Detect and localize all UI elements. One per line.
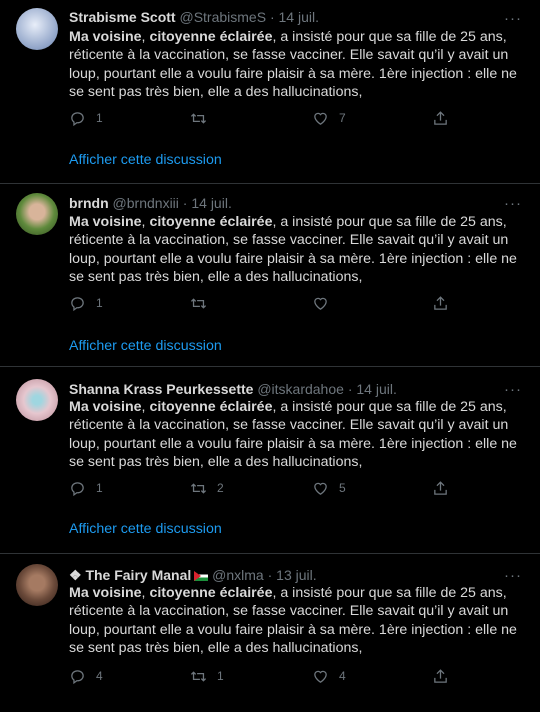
text-bold: citoyenne éclairée bbox=[149, 29, 273, 45]
reply-count: 1 bbox=[96, 111, 103, 125]
like-button[interactable]: 5 bbox=[312, 478, 346, 498]
more-icon[interactable]: ··· bbox=[504, 382, 522, 397]
tweet-text: Ma voisine, citoyenne éclairée, a insist… bbox=[69, 584, 527, 657]
retweet-button[interactable] bbox=[190, 108, 217, 128]
reply-button[interactable]: 4 bbox=[69, 666, 103, 686]
show-thread-link[interactable]: Afficher cette discussion bbox=[69, 520, 222, 538]
share-icon bbox=[434, 110, 447, 125]
share-icon bbox=[434, 480, 447, 495]
reply-icon bbox=[71, 481, 84, 496]
tweet[interactable]: ❖ The Fairy Manal @nxlma · 13 juil. ··· … bbox=[0, 554, 540, 712]
more-icon[interactable]: ··· bbox=[504, 11, 522, 26]
tweet-header: brndn @brndnxiii · 14 juil. bbox=[69, 194, 500, 212]
text-bold: Ma voisine bbox=[69, 399, 142, 415]
reply-count: 1 bbox=[96, 296, 103, 310]
reply-button[interactable]: 1 bbox=[69, 478, 103, 498]
avatar[interactable] bbox=[16, 8, 58, 50]
like-button[interactable] bbox=[312, 293, 339, 313]
more-icon[interactable]: ··· bbox=[504, 568, 522, 583]
like-count: 7 bbox=[339, 111, 346, 125]
heart-icon bbox=[314, 482, 327, 495]
text-bold: citoyenne éclairée bbox=[149, 399, 273, 415]
reply-button[interactable]: 1 bbox=[69, 293, 103, 313]
tweet-text: Ma voisine, citoyenne éclairée, a insist… bbox=[69, 398, 527, 471]
tweet-actions: 1 bbox=[69, 293, 489, 313]
avatar[interactable] bbox=[16, 193, 58, 235]
author-handle[interactable]: @nxlma bbox=[212, 567, 264, 583]
author-name[interactable]: brndn bbox=[69, 195, 109, 211]
reply-count: 4 bbox=[96, 669, 103, 683]
more-icon[interactable]: ··· bbox=[504, 196, 522, 211]
avatar[interactable] bbox=[16, 564, 58, 606]
tweet-header: Shanna Krass Peurkessette @itskardahoe ·… bbox=[69, 380, 500, 398]
avatar[interactable] bbox=[16, 379, 58, 421]
retweet-count: 2 bbox=[217, 481, 224, 495]
retweet-button[interactable]: 2 bbox=[190, 478, 224, 498]
retweet-icon bbox=[190, 297, 207, 309]
author-handle[interactable]: @StrabismeS bbox=[179, 9, 266, 25]
share-button[interactable] bbox=[432, 293, 449, 313]
separator-dot: · bbox=[347, 381, 353, 397]
author-name[interactable]: Shanna Krass Peurkessette bbox=[69, 381, 253, 397]
reply-button[interactable]: 1 bbox=[69, 108, 103, 128]
tweet-actions: 1 7 bbox=[69, 108, 489, 128]
retweet-icon bbox=[190, 670, 207, 682]
heart-icon bbox=[314, 670, 327, 683]
text-bold: Ma voisine bbox=[69, 585, 142, 601]
retweet-icon bbox=[190, 482, 207, 494]
heart-icon bbox=[314, 112, 327, 125]
tweet-actions: 1 2 5 bbox=[69, 478, 489, 498]
like-button[interactable]: 7 bbox=[312, 108, 346, 128]
reply-icon bbox=[71, 111, 84, 126]
share-button[interactable] bbox=[432, 108, 449, 128]
reply-count: 1 bbox=[96, 481, 103, 495]
separator-dot: · bbox=[182, 195, 188, 211]
like-button[interactable]: 4 bbox=[312, 666, 346, 686]
tweet-actions: 4 1 4 bbox=[69, 666, 489, 686]
tweet[interactable]: Strabisme Scott @StrabismeS · 14 juil. ·… bbox=[0, 0, 540, 184]
palestine-flag-icon bbox=[194, 571, 209, 581]
retweet-button[interactable] bbox=[190, 293, 217, 313]
like-count: 5 bbox=[339, 481, 346, 495]
separator-dot: · bbox=[269, 9, 275, 25]
like-count: 4 bbox=[339, 669, 346, 683]
tweet-text: Ma voisine, citoyenne éclairée, a insist… bbox=[69, 213, 527, 286]
author-handle[interactable]: @brndnxiii bbox=[113, 195, 179, 211]
share-icon bbox=[434, 295, 447, 310]
tweet-date[interactable]: 14 juil. bbox=[191, 195, 231, 211]
retweet-count: 1 bbox=[217, 669, 224, 683]
tweet-header: ❖ The Fairy Manal @nxlma · 13 juil. bbox=[69, 566, 500, 584]
tweet-date[interactable]: 14 juil. bbox=[356, 381, 396, 397]
tweet-date[interactable]: 13 juil. bbox=[276, 567, 316, 583]
tweet[interactable]: brndn @brndnxiii · 14 juil. ··· Ma voisi… bbox=[0, 184, 540, 367]
share-button[interactable] bbox=[432, 666, 449, 686]
author-handle[interactable]: @itskardahoe bbox=[257, 381, 344, 397]
retweet-icon bbox=[190, 112, 207, 124]
text-bold: citoyenne éclairée bbox=[149, 214, 273, 230]
tweet[interactable]: Shanna Krass Peurkessette @itskardahoe ·… bbox=[0, 367, 540, 554]
heart-icon bbox=[314, 297, 327, 310]
reply-icon bbox=[71, 669, 84, 684]
share-icon bbox=[434, 668, 447, 683]
text-bold: Ma voisine bbox=[69, 29, 142, 45]
author-name[interactable]: Strabisme Scott bbox=[69, 9, 176, 25]
share-button[interactable] bbox=[432, 478, 449, 498]
show-thread-link[interactable]: Afficher cette discussion bbox=[69, 151, 222, 169]
tweet-header: Strabisme Scott @StrabismeS · 14 juil. bbox=[69, 8, 500, 26]
reply-icon bbox=[71, 296, 84, 311]
tweet-date[interactable]: 14 juil. bbox=[279, 9, 319, 25]
tweet-text: Ma voisine, citoyenne éclairée, a insist… bbox=[69, 28, 527, 101]
separator-dot: · bbox=[267, 567, 273, 583]
author-name[interactable]: ❖ The Fairy Manal bbox=[69, 567, 191, 583]
text-bold: citoyenne éclairée bbox=[149, 585, 273, 601]
retweet-button[interactable]: 1 bbox=[190, 666, 224, 686]
text-bold: Ma voisine bbox=[69, 214, 142, 230]
show-thread-link[interactable]: Afficher cette discussion bbox=[69, 337, 222, 355]
